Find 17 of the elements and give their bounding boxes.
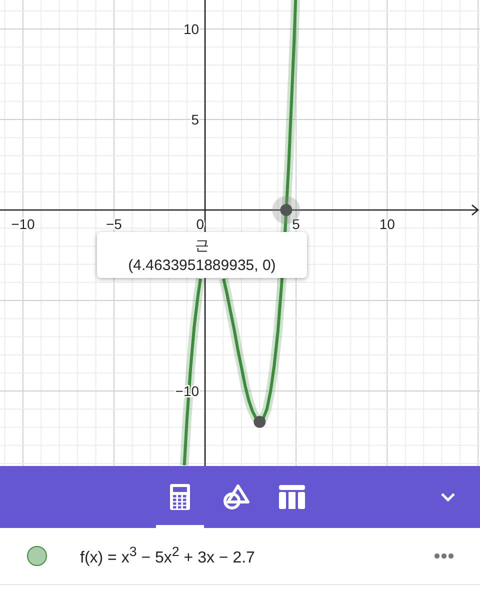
more-options-icon[interactable]: [434, 553, 454, 559]
table-icon: [279, 485, 305, 509]
axis-label: 10: [183, 20, 200, 37]
shapes-icon: [222, 484, 250, 510]
chevron-down-icon[interactable]: [440, 492, 456, 502]
axis-label: −10: [11, 216, 35, 232]
axis-label: 5: [292, 216, 300, 232]
tooltip-title: 근: [195, 236, 209, 254]
axis-label: −5: [106, 216, 122, 232]
axis-label: 0: [196, 216, 204, 232]
function-expression[interactable]: f(x) = x$^{3}$ − 5x$^{2}$ + 3x − 2.7: [80, 544, 434, 568]
tooltip-coordinates: (4.4633951889935, 0): [128, 256, 276, 274]
axis-label: 5: [191, 111, 200, 128]
calculator-icon: [170, 484, 190, 510]
axis-label: 10: [379, 216, 395, 232]
visibility-dot[interactable]: [27, 546, 47, 566]
extremum-point[interactable]: [254, 416, 266, 428]
